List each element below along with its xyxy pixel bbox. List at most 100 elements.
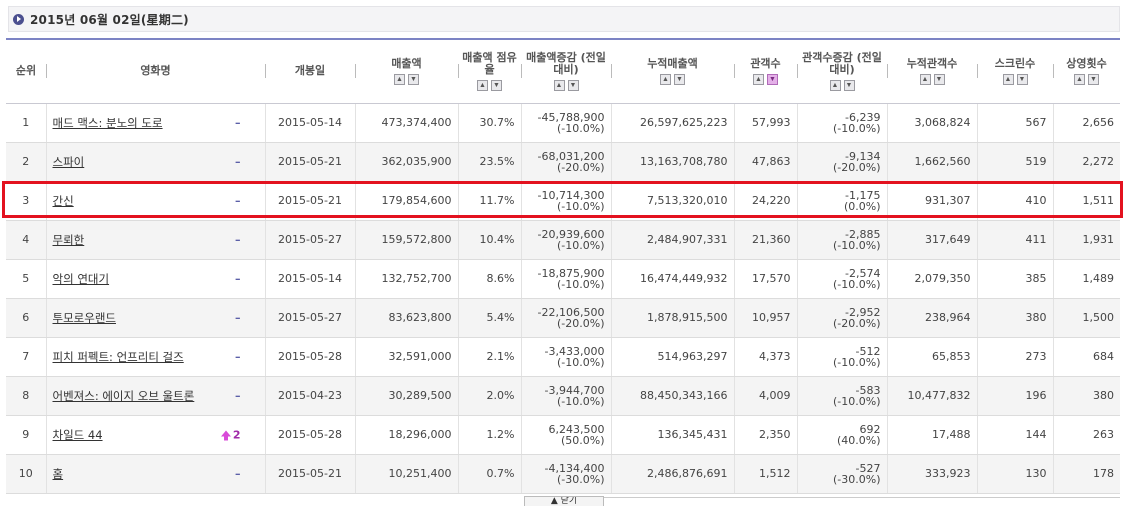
sort-descending-icon[interactable]: ▼: [767, 73, 778, 85]
table-row: 9 차일드 44 2 2015-05-28 18,296,000 1.2% 6,243,50…: [6, 415, 1120, 455]
table-row: 4 무뢰한 –2015-05-27 159,572,800 10.4% -20,939,6…: [6, 220, 1120, 260]
movie-title-link[interactable]: 악의 연대기: [53, 272, 110, 286]
audience-diff-cell-percent: (-20.0%): [833, 316, 881, 330]
movie-title-link[interactable]: 무뢰한: [53, 233, 85, 247]
sort-descending-icon[interactable]: ▼: [1088, 73, 1099, 85]
movie-title-cell: 악의 연대기 –: [45, 259, 265, 299]
cumulative-sales-cell: 1,878,915,500: [610, 298, 734, 338]
audience-diff-cell-percent: (-10.0%): [833, 238, 881, 252]
rank-cell: 5: [6, 259, 46, 299]
release-date-cell: 2015-05-27: [264, 298, 355, 338]
movie-title-link[interactable]: 스파이: [53, 155, 85, 169]
screens-cell: 380: [976, 298, 1053, 338]
sort-ascending-icon[interactable]: ▲: [660, 73, 671, 85]
movie-title-link[interactable]: 피치 퍼펙트: 언프리티 걸즈: [53, 350, 184, 364]
date-title-bar: 2015년 06월 02일(星期二): [8, 6, 1120, 32]
cumulative-sales-cell: 16,474,449,932: [610, 259, 734, 299]
sales-share-cell: 1.2%: [457, 415, 521, 455]
shows-cell: 263: [1052, 415, 1120, 455]
audience-diff-cell: -6,239 (-10.0%): [796, 103, 887, 143]
audience-diff-cell-percent: (-20.0%): [833, 160, 881, 174]
movie-title-link[interactable]: 차일드 44: [53, 428, 103, 442]
audience-diff-cell: 692 (40.0%): [796, 415, 887, 455]
column-header-label: 매출액 점유율: [462, 50, 517, 76]
column-header-label: 개봉일: [294, 64, 326, 78]
sales-cell: 32,591,000: [354, 337, 458, 377]
sort-ascending-icon[interactable]: ▲: [394, 73, 405, 85]
column-header-5: 매출액증감 (전일대비) ▲ ▼: [521, 38, 611, 104]
rank-unchanged-dash: –: [235, 389, 241, 402]
audience-cell: 17,570: [733, 259, 797, 299]
sort-buttons: ▲ ▼: [799, 79, 885, 91]
rank-change-indicator: –: [235, 467, 241, 480]
cumulative-sales-cell: 136,345,431: [610, 415, 734, 455]
cumulative-audience-cell: 931,307: [886, 181, 977, 221]
movie-title-cell: 홈 –: [45, 454, 265, 494]
rank-cell: 4: [6, 220, 46, 260]
movie-title-link[interactable]: 매드 맥스: 분노의 도로: [53, 116, 163, 130]
sales-diff-cell: -3,944,700 (-10.0%): [520, 376, 611, 416]
table-row: 6 투모로우랜드 –2015-05-27 83,623,800 5.4% -22,106,…: [6, 298, 1120, 338]
audience-cell: 2,350: [733, 415, 797, 455]
screens-cell: 411: [976, 220, 1053, 260]
column-header-label: 순위: [15, 64, 37, 78]
sort-ascending-icon[interactable]: ▲: [1074, 73, 1085, 85]
cumulative-audience-cell: 317,649: [886, 220, 977, 260]
cumulative-audience-cell: 10,477,832: [886, 376, 977, 416]
sort-descending-icon[interactable]: ▼: [674, 73, 685, 85]
rank-unchanged-dash: –: [235, 350, 241, 363]
sales-diff-cell-value: -10,714,300: [537, 188, 605, 202]
sort-descending-icon[interactable]: ▼: [933, 73, 945, 85]
cumulative-sales-cell: 514,963,297: [610, 337, 734, 377]
rank-change-indicator: –: [235, 350, 241, 363]
sort-ascending-icon[interactable]: ▲: [919, 73, 931, 85]
sales-diff-cell: 6,243,500 (50.0%): [520, 415, 611, 455]
close-tab[interactable]: ▲ 닫기: [524, 496, 604, 506]
sort-ascending-icon[interactable]: ▲: [477, 79, 488, 91]
column-header-1: 영화명: [46, 38, 265, 104]
sort-buttons: ▲ ▼: [736, 73, 795, 85]
movie-title-link[interactable]: 어벤져스: 에이지 오브 울트론: [53, 389, 195, 403]
rank-unchanged-dash: –: [235, 272, 241, 285]
sort-descending-icon[interactable]: ▼: [408, 73, 419, 85]
sales-diff-cell: -20,939,600 (-10.0%): [520, 220, 611, 260]
movie-title-link[interactable]: 홈: [53, 467, 64, 481]
rank-change-indicator: –: [235, 116, 241, 129]
audience-cell: 24,220: [733, 181, 797, 221]
column-separator: [355, 64, 356, 78]
column-header-label: 관객수증감 (전일대비): [802, 50, 882, 76]
sort-descending-icon[interactable]: ▼: [567, 79, 579, 91]
cumulative-sales-cell: 2,486,876,691: [610, 454, 734, 494]
shows-cell: 178: [1052, 454, 1120, 494]
movie-title-link[interactable]: 간신: [53, 194, 74, 208]
sort-descending-icon[interactable]: ▼: [491, 79, 502, 91]
column-separator: [887, 64, 888, 78]
column-header-label: 매출액: [391, 56, 422, 70]
audience-diff-cell-value: -2,574: [845, 266, 881, 280]
release-date-cell: 2015-05-27: [264, 220, 355, 260]
rank-unchanged-dash: –: [235, 116, 241, 129]
sort-descending-icon[interactable]: ▼: [1016, 73, 1028, 85]
sales-diff-cell: -22,106,500 (-20.0%): [520, 298, 611, 338]
sort-ascending-icon[interactable]: ▲: [753, 73, 764, 85]
column-header-label: 누적관객수: [906, 56, 958, 70]
rank-cell: 10: [6, 454, 46, 494]
sales-diff-cell-value: -68,031,200: [537, 149, 605, 163]
sort-ascending-icon[interactable]: ▲: [1002, 73, 1014, 85]
sales-diff-cell: -10,714,300 (-10.0%): [520, 181, 611, 221]
movie-title-link[interactable]: 투모로우랜드: [53, 311, 116, 325]
sort-ascending-icon[interactable]: ▲: [829, 79, 841, 91]
audience-diff-cell-percent: (-10.0%): [833, 121, 881, 135]
shows-cell: 1,500: [1052, 298, 1120, 338]
shows-cell: 1,511: [1052, 181, 1120, 221]
cumulative-sales-cell: 2,484,907,331: [610, 220, 734, 260]
sort-ascending-icon[interactable]: ▲: [553, 79, 565, 91]
audience-diff-cell-value: -6,239: [845, 110, 881, 124]
column-header-label: 영화명: [140, 64, 171, 78]
column-header-label: 관객수: [750, 56, 781, 70]
movie-title-cell: 매드 맥스: 분노의 도로 –: [45, 103, 265, 143]
sales-diff-cell-value: -3,944,700: [544, 383, 605, 397]
sort-descending-icon[interactable]: ▼: [843, 79, 855, 91]
release-date-cell: 2015-05-21: [264, 454, 355, 494]
sales-diff-cell-value: -18,875,900: [537, 266, 605, 280]
